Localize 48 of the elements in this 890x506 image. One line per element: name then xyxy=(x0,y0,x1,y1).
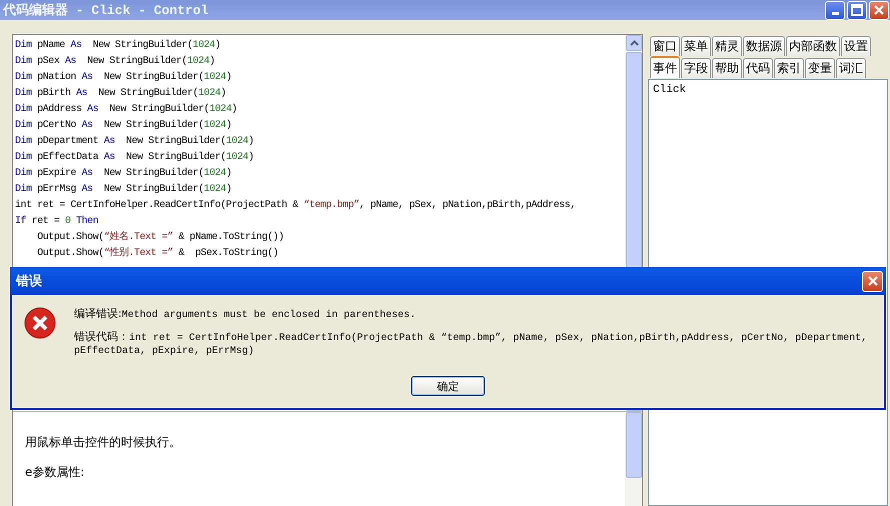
tab[interactable]: 帮助 xyxy=(712,58,742,78)
code-line: int ret = CertInfoHelper.ReadCertInfo(ProjectPath & “temp.bmp”, pName, pSex, pNation,pBirth,pAddress, xyxy=(15,198,577,213)
caret-up-icon xyxy=(630,40,638,46)
tab[interactable]: 菜单 xyxy=(681,36,711,56)
code-line: If ret = 0 Then xyxy=(15,214,100,229)
scroll-up-button[interactable] xyxy=(626,35,642,51)
tab[interactable]: 事件 xyxy=(650,56,680,78)
code-line: Output.Show(“性别.Text =” & pSex.ToString() xyxy=(36,246,280,261)
code-line: Dim pCertNo As New StringBuilder(1024) xyxy=(15,118,233,133)
code-line: Dim pName As New StringBuilder(1024) xyxy=(15,38,222,53)
code-line: Dim pEffectData As New StringBuilder(1024) xyxy=(15,150,255,165)
code-line: Dim pAddress As New StringBuilder(1024) xyxy=(15,102,238,117)
tab[interactable]: 设置 xyxy=(841,36,871,56)
ok-button[interactable]: 确定 xyxy=(411,376,485,396)
tab[interactable]: 代码 xyxy=(743,58,773,78)
tab[interactable]: 字段 xyxy=(681,58,711,78)
code-line: Dim pExpire As New StringBuilder(1024) xyxy=(15,166,233,181)
minimize-icon xyxy=(832,12,838,15)
tab[interactable]: 词汇 xyxy=(836,58,866,78)
code-line: Dim pBirth As New StringBuilder(1024) xyxy=(15,86,227,101)
error-code: 错误代码：int ret = CertInfoHelper.ReadCertInfo(ProjectPath & “temp.bmp”, pName, pSex, pNation,pBirth,pAddress, pCertNo, pDepartment, pEffectData, pExpire, pErrMsg) xyxy=(74,330,868,358)
event-item[interactable]: Click xyxy=(653,83,883,97)
help-text: e参数属性: xyxy=(25,464,86,480)
code-line: Dim pSex As New StringBuilder(1024) xyxy=(15,54,216,69)
tab[interactable]: 精灵 xyxy=(712,36,742,56)
code-line: Dim pDepartment As New StringBuilder(1024) xyxy=(15,134,255,149)
tab[interactable]: 索引 xyxy=(774,58,804,78)
maximize-icon xyxy=(851,4,863,16)
code-line: Dim pErrMsg As New StringBuilder(1024) xyxy=(15,182,233,197)
maximize-button[interactable] xyxy=(847,0,867,20)
error-icon xyxy=(24,307,56,339)
code-line: Output.Show(“姓名.Text =” & pName.ToString()) xyxy=(36,230,285,245)
dialog-title: 错误 xyxy=(16,273,42,290)
window-title: 代码编辑器 - Click - Control xyxy=(3,2,208,19)
close-icon xyxy=(866,275,878,287)
close-button[interactable] xyxy=(862,270,883,292)
code-line: Dim pNation As New StringBuilder(1024) xyxy=(15,70,233,85)
error-message: 编译错误:Method arguments must be enclosed in parentheses. xyxy=(74,307,417,322)
minimize-button[interactable] xyxy=(825,0,845,20)
scroll-thumb[interactable] xyxy=(626,412,642,478)
tab[interactable]: 窗口 xyxy=(650,36,680,56)
tab[interactable]: 变量 xyxy=(805,58,835,78)
scrollbar[interactable] xyxy=(625,412,642,506)
help-text: 用鼠标单击控件的时候执行。 xyxy=(25,434,182,450)
tab[interactable]: 内部函数 xyxy=(786,36,840,56)
tab[interactable]: 数据源 xyxy=(743,36,785,56)
close-icon xyxy=(873,4,885,16)
close-button[interactable] xyxy=(869,0,889,20)
